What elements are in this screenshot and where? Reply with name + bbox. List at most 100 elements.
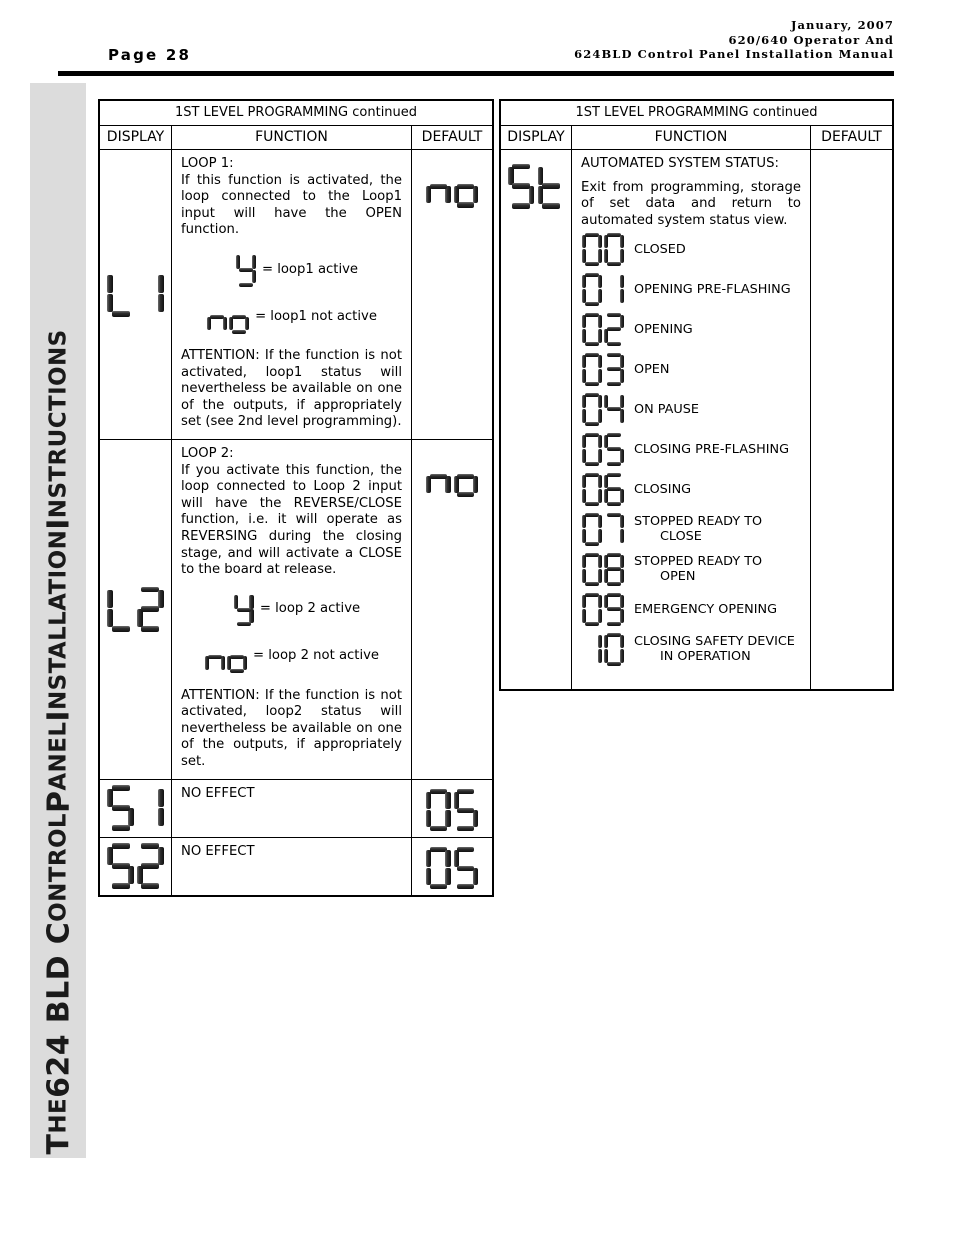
seven-segment-digit — [425, 788, 453, 833]
seven-segment-digit — [106, 842, 136, 891]
option-code-y — [233, 592, 255, 628]
header-manual-line: 624BLD Control Panel Installation Manual — [574, 47, 894, 61]
default-code-05 — [425, 788, 480, 833]
seven-segment-digit — [425, 846, 453, 891]
status-label-line2: OPEN — [660, 569, 696, 585]
vertical-title-segment: T — [40, 1133, 76, 1154]
status-code-row: CLOSING SAFETY DEVICE IN OPERATION — [581, 631, 801, 667]
status-code-row: CLOSING — [581, 471, 801, 507]
attention-note: ATTENTION: If the function is not activa… — [181, 347, 402, 430]
seven-segment-digit — [581, 231, 603, 267]
vertical-title-segment: I — [40, 517, 76, 530]
seven-segment-digit — [603, 231, 625, 267]
function-heading: LOOP 1: — [181, 156, 234, 171]
seven-segment-digit — [452, 846, 480, 891]
status-label: OPEN — [634, 361, 670, 377]
status-label: CLOSING SAFETY DEVICE IN OPERATION — [634, 634, 795, 665]
display-code-cell — [501, 150, 572, 690]
vertical-title-segment: P — [40, 790, 76, 813]
seven-segment-digit — [581, 591, 603, 627]
seven-segment-digit — [204, 639, 226, 675]
seven-segment-digit — [603, 471, 625, 507]
seven-segment-digit — [603, 351, 625, 387]
display-code-cell — [100, 439, 172, 779]
table-title-row: 1ST LEVEL PROGRAMMING continued — [501, 101, 892, 126]
column-header-default: DEFAULT — [821, 129, 882, 145]
display-code-S2 — [106, 842, 165, 891]
seven-segment-digit — [581, 271, 603, 307]
seven-segment-digit — [603, 511, 625, 547]
option-label: = loop1 not active — [255, 308, 377, 324]
status-code-row: EMERGENCY OPENING — [581, 591, 801, 627]
attention-note: ATTENTION: If the function is not activa… — [181, 687, 402, 770]
vertical-title-segment: ONTROL — [45, 812, 71, 922]
page-header: Page 28 January, 2007 620/640 Operator A… — [0, 0, 954, 78]
header-date: January, 2007 — [790, 18, 894, 32]
status-code-03 — [581, 351, 625, 387]
display-code-L1 — [106, 270, 165, 319]
seven-segment-digit — [452, 164, 480, 209]
function-body: NO EFFECT — [181, 843, 255, 859]
table-row: AUTOMATED SYSTEM STATUS: Exit from progra… — [501, 150, 892, 690]
header-rule — [58, 71, 894, 76]
table-row: LOOP 2: If you activate this function, th… — [100, 439, 492, 780]
option-code-no — [204, 639, 248, 675]
table-row: LOOP 1: If this function is activated, th… — [100, 150, 492, 440]
seven-segment-digit — [106, 784, 136, 833]
option-code-y — [235, 252, 257, 288]
default-value-cell — [811, 150, 892, 689]
display-code-cell — [100, 150, 172, 439]
status-code-row: STOPPED READY TO CLOSE — [581, 511, 801, 547]
table-row: NO EFFECT — [100, 837, 492, 895]
function-cell: LOOP 1: If this function is activated, th… — [172, 150, 412, 439]
programming-table-right: 1ST LEVEL PROGRAMMING continued DISPLAY … — [499, 99, 894, 692]
option-code-no — [206, 299, 250, 335]
status-label: CLOSED — [634, 241, 686, 257]
seven-segment-digit — [206, 299, 228, 335]
display-code-St — [506, 162, 565, 211]
seven-segment-digit — [235, 252, 257, 288]
status-label: CLOSING PRE-FLASHING — [634, 441, 789, 457]
status-code-row: STOPPED READY TO OPEN — [581, 551, 801, 587]
left-table-body: LOOP 1: If this function is activated, th… — [100, 150, 492, 895]
function-cell: LOOP 2: If you activate this function, th… — [172, 439, 412, 779]
default-code-05 — [425, 846, 480, 891]
function-body: Exit from programming, storage of set da… — [581, 179, 801, 228]
vertical-title-segment: I — [40, 709, 76, 722]
seven-segment-digit — [581, 551, 603, 587]
table-header-row: DISPLAY FUNCTION DEFAULT — [501, 126, 892, 150]
seven-segment-digit — [603, 311, 625, 347]
seven-segment-digit — [581, 431, 603, 467]
option-label: = loop 2 active — [259, 601, 361, 617]
vertical-title-band: T HE 624 BLD C ONTROL P ANEL I NSTALLATION I… — [30, 83, 86, 1158]
function-body: NO EFFECT — [181, 785, 255, 801]
function-cell: NO EFFECT — [172, 837, 412, 895]
status-code-04 — [581, 391, 625, 427]
seven-segment-digit — [228, 299, 250, 335]
column-header-default: DEFAULT — [421, 129, 483, 145]
table-title: 1ST LEVEL PROGRAMMING continued — [174, 105, 418, 120]
default-value-cell — [412, 150, 492, 439]
seven-segment-digit — [136, 270, 166, 319]
function-cell: NO EFFECT — [172, 779, 412, 837]
table-title-row: 1ST LEVEL PROGRAMMING continued — [100, 101, 492, 126]
option-label: = loop1 active — [261, 261, 359, 277]
status-code-00 — [581, 231, 625, 267]
seven-segment-digit — [603, 391, 625, 427]
seven-segment-digit — [581, 351, 603, 387]
function-body: If you activate this function, the loop … — [181, 462, 402, 578]
seven-segment-digit — [603, 271, 625, 307]
seven-segment-digit — [226, 639, 248, 675]
seven-segment-digit — [536, 162, 566, 211]
status-code-row: CLOSED — [581, 231, 801, 267]
status-code-06 — [581, 471, 625, 507]
seven-segment-digit — [603, 631, 625, 667]
status-label: STOPPED READY TO OPEN — [634, 554, 763, 585]
manual-header-block: January, 2007 620/640 Operator And 624BL… — [574, 18, 894, 62]
status-code-02 — [581, 311, 625, 347]
table-title: 1ST LEVEL PROGRAMMING continued — [575, 105, 818, 120]
column-header-display: DISPLAY — [501, 126, 572, 149]
default-value-cell — [412, 440, 492, 779]
option-line: = loop 2 active — [181, 592, 402, 628]
status-label: STOPPED READY TO CLOSE — [634, 514, 763, 545]
